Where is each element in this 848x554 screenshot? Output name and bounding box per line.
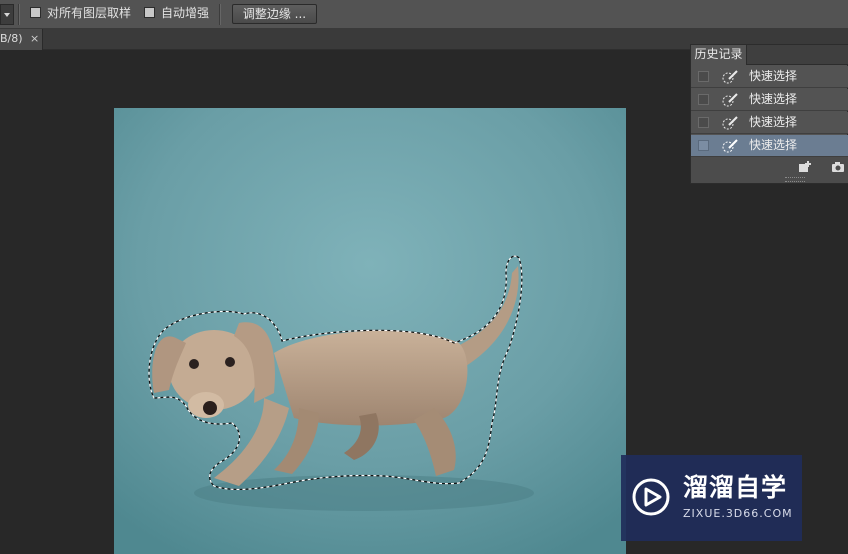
quick-selection-icon [722, 139, 738, 153]
sample-all-layers-label: 对所有图层取样 [47, 6, 132, 20]
quick-selection-icon [722, 70, 738, 84]
play-logo-icon [632, 478, 670, 516]
options-separator [18, 4, 20, 25]
history-panel-footer [691, 157, 848, 183]
camera-icon[interactable] [831, 161, 845, 173]
snapshot-source-checkbox[interactable] [698, 117, 709, 128]
options-separator [219, 4, 221, 25]
history-state-selected[interactable]: 快速选择 [691, 135, 848, 157]
history-state[interactable]: 快速选择 [691, 89, 848, 111]
history-state[interactable]: 快速选择 [691, 66, 848, 88]
history-panel: 历史记录 快速选择 快速选择 快速选择 快速选择 [690, 44, 848, 184]
watermark-url: ZIXUE.3D66.COM [683, 507, 793, 520]
sample-all-layers-checkbox[interactable] [30, 7, 41, 18]
history-panel-header: 历史记录 [691, 45, 848, 65]
close-icon[interactable]: × [30, 29, 39, 49]
quick-selection-icon [722, 93, 738, 107]
tool-preset-dropdown[interactable] [0, 4, 14, 25]
panel-resize-grip[interactable] [785, 177, 805, 182]
document-tab[interactable]: B/8) × [0, 29, 43, 50]
document-tab-title: B/8) [0, 32, 23, 45]
history-state-label: 快速选择 [749, 92, 798, 106]
auto-enhance-checkbox[interactable] [144, 7, 155, 18]
refine-edge-button[interactable]: 调整边缘 ... [232, 4, 317, 24]
history-state-label: 快速选择 [749, 115, 798, 129]
snapshot-source-checkbox[interactable] [698, 71, 709, 82]
dog-photo [114, 108, 626, 554]
image-canvas[interactable] [114, 108, 626, 554]
tab-history[interactable]: 历史记录 [691, 45, 747, 65]
watermark-name: 溜溜自学 [683, 473, 788, 502]
history-state-label: 快速选择 [749, 138, 798, 152]
dog-nose [203, 401, 217, 415]
new-snapshot-icon[interactable] [798, 161, 812, 173]
snapshot-source-checkbox[interactable] [698, 140, 709, 151]
snapshot-source-checkbox[interactable] [698, 94, 709, 105]
history-state-label: 快速选择 [749, 69, 798, 83]
options-bar: 对所有图层取样 自动增强 调整边缘 ... [0, 0, 848, 29]
history-state[interactable]: 快速选择 [691, 112, 848, 134]
shadow [194, 475, 534, 511]
auto-enhance-label: 自动增强 [161, 6, 210, 20]
watermark: 溜溜自学 ZIXUE.3D66.COM [621, 455, 802, 541]
quick-selection-icon [722, 116, 738, 130]
